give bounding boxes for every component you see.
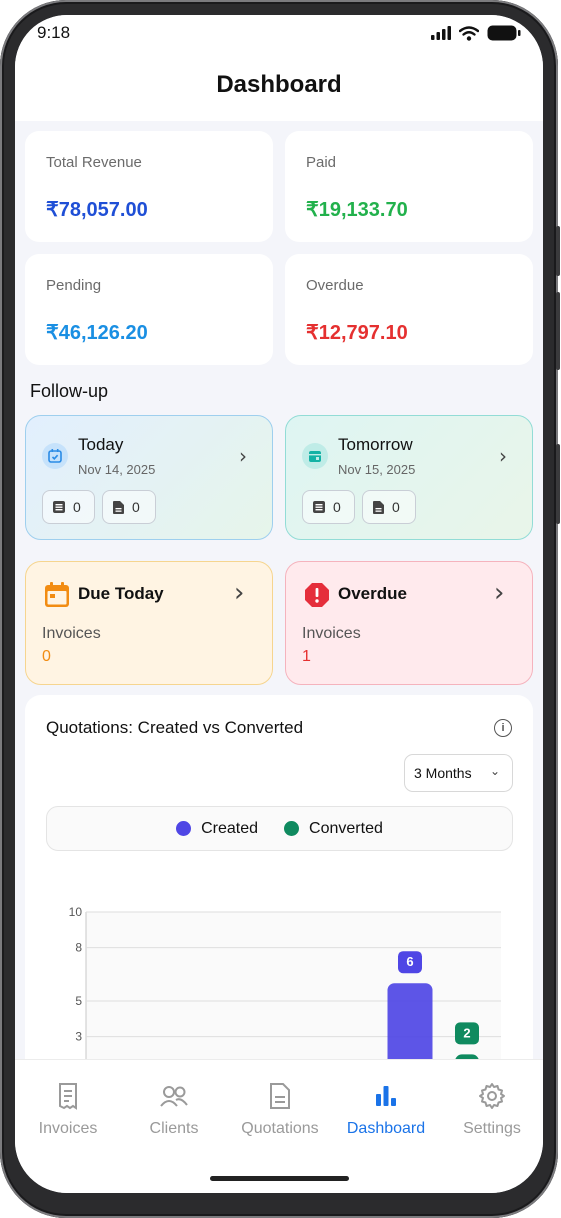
chevron-right-icon: › — [494, 578, 505, 608]
alert-octagon-icon — [305, 583, 329, 607]
quotations-count-chip: 0 — [102, 490, 156, 524]
followup-tomorrow-card[interactable]: Tomorrow Nov 15, 2025 › 0 0 — [285, 415, 533, 540]
chevron-right-icon: › — [234, 578, 245, 608]
stat-card-pending: Pending ₹46,126.20 — [25, 254, 273, 365]
y-tick-label: 10 — [69, 905, 83, 919]
nav-item-invoices[interactable]: Invoices — [15, 1082, 121, 1138]
invoices-count-chip: 0 — [42, 490, 95, 524]
status-icons — [431, 25, 521, 41]
y-tick-label: 5 — [75, 994, 82, 1008]
nav-item-quotations[interactable]: Quotations — [227, 1082, 333, 1138]
calendar-icon — [45, 582, 69, 607]
quotations-count-chip: 0 — [362, 490, 416, 524]
battery-icon — [487, 25, 521, 41]
header: 9:18 Dashboard — [15, 15, 543, 121]
document-icon — [270, 1083, 290, 1109]
side-button — [556, 226, 560, 276]
due-today-title: Due Today — [78, 584, 164, 603]
data-label: 2 — [463, 1025, 470, 1040]
overdue-label: Invoices — [302, 625, 361, 642]
app-screen: 9:18 Dashboard Total Revenue ₹78,057.00 — [15, 15, 543, 1193]
nav-label: Clients — [149, 1120, 199, 1137]
invoices-count-chip: 0 — [302, 490, 355, 524]
invoice-icon — [59, 1083, 77, 1110]
followup-title: Tomorrow — [338, 435, 413, 454]
status-time: 9:18 — [37, 23, 71, 42]
bottom-nav: Invoices Clients Quotations Dashboard Se… — [15, 1059, 543, 1193]
list-icon — [53, 501, 65, 513]
nav-item-dashboard[interactable]: Dashboard — [333, 1082, 439, 1138]
stat-card-overdue: Overdue ₹12,797.10 — [285, 254, 533, 365]
stat-card-paid: Paid ₹19,133.70 — [285, 131, 533, 242]
nav-label: Dashboard — [346, 1120, 426, 1137]
overdue-card[interactable]: Overdue › Invoices 1 — [285, 561, 533, 685]
gear-icon — [479, 1083, 505, 1109]
stat-label: Paid — [306, 154, 337, 171]
clients-icon — [160, 1086, 188, 1107]
nav-item-settings[interactable]: Settings — [439, 1082, 543, 1138]
nav-label: Quotations — [241, 1120, 319, 1137]
followup-title: Today — [78, 435, 124, 454]
nav-label: Settings — [463, 1120, 521, 1137]
chip-count: 0 — [392, 499, 400, 515]
data-label: 6 — [406, 954, 413, 969]
side-button — [556, 292, 560, 370]
stat-value: ₹78,057.00 — [46, 199, 148, 221]
document-icon — [113, 500, 124, 514]
nav-item-clients[interactable]: Clients — [121, 1082, 227, 1138]
nav-label: Invoices — [38, 1120, 98, 1137]
document-icon — [373, 500, 384, 514]
chevron-right-icon: › — [499, 444, 507, 468]
stat-label: Total Revenue — [46, 154, 142, 171]
due-today-card[interactable]: Due Today › Invoices 0 — [25, 561, 273, 685]
y-tick-label: 3 — [75, 1030, 82, 1044]
side-button — [556, 444, 560, 524]
chip-count: 0 — [132, 499, 140, 515]
stat-value: ₹12,797.10 — [306, 322, 408, 344]
calendar-check-icon — [42, 443, 68, 469]
stat-card-total-revenue: Total Revenue ₹78,057.00 — [25, 131, 273, 242]
signal-icon — [431, 26, 451, 40]
stat-value: ₹46,126.20 — [46, 322, 148, 344]
bar-chart: 10 8 5 3 6 2 — [69, 905, 501, 1115]
home-indicator — [210, 1176, 349, 1181]
calendar-icon — [302, 443, 328, 469]
chip-count: 0 — [333, 499, 341, 515]
stat-label: Overdue — [306, 277, 364, 294]
due-today-label: Invoices — [42, 625, 101, 642]
bar-chart-icon — [376, 1086, 396, 1106]
quotations-chart-card: Quotations: Created vs Converted i 3 Mon… — [25, 695, 533, 1115]
wifi-icon — [459, 25, 479, 41]
y-tick-label: 8 — [75, 941, 82, 955]
followup-date: Nov 15, 2025 — [338, 462, 416, 477]
stat-value: ₹19,133.70 — [306, 199, 408, 221]
followup-today-card[interactable]: Today Nov 14, 2025 › 0 0 — [25, 415, 273, 540]
page-title: Dashboard — [216, 71, 342, 98]
chevron-right-icon: › — [239, 444, 247, 468]
overdue-value: 1 — [302, 648, 311, 665]
follow-up-title: Follow-up — [30, 381, 109, 401]
stat-label: Pending — [46, 277, 102, 294]
followup-date: Nov 14, 2025 — [78, 462, 156, 477]
chip-count: 0 — [73, 499, 81, 515]
list-icon — [313, 501, 325, 513]
due-today-value: 0 — [42, 648, 51, 665]
overdue-title: Overdue — [338, 584, 407, 603]
